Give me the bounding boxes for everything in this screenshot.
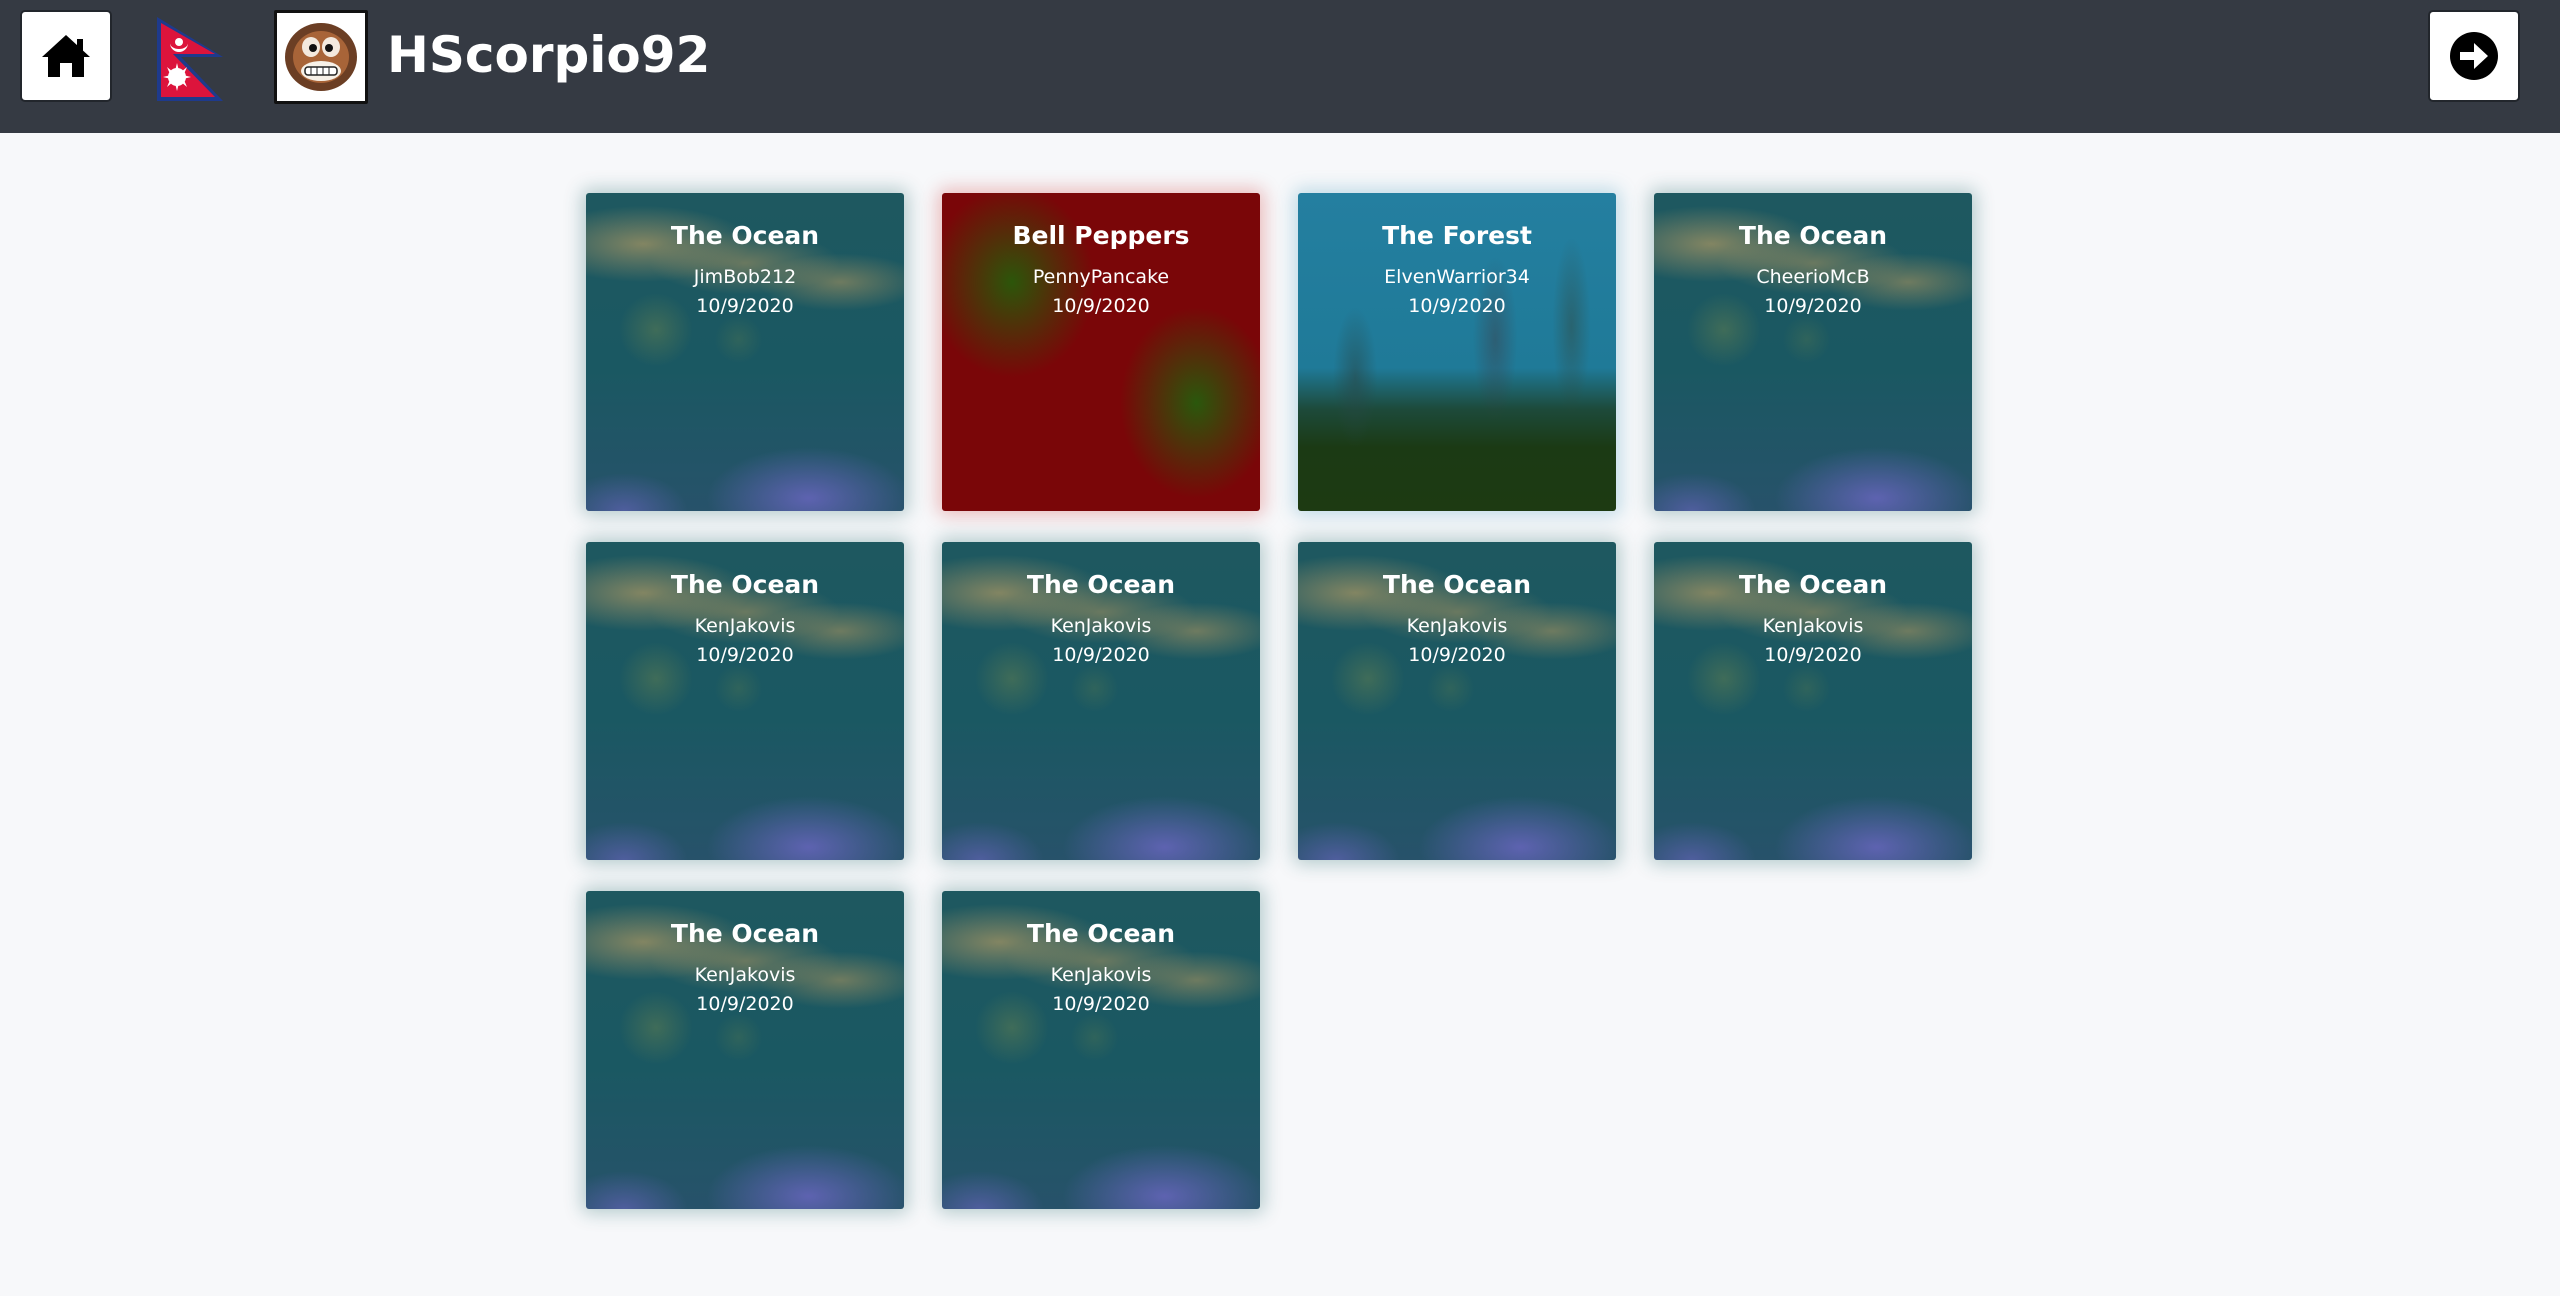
gallery-card[interactable]: The Forest ElvenWarrior34 10/9/2020 bbox=[1298, 193, 1616, 511]
avatar[interactable] bbox=[274, 10, 368, 104]
card-title: The Forest bbox=[1382, 221, 1532, 250]
card-date: 10/9/2020 bbox=[1764, 295, 1862, 317]
card-date: 10/9/2020 bbox=[1764, 644, 1862, 666]
card-author[interactable]: CheerioMcB bbox=[1654, 263, 1972, 292]
card-date: 10/9/2020 bbox=[1408, 295, 1506, 317]
card-author[interactable]: ElvenWarrior34 bbox=[1298, 263, 1616, 292]
card-title: The Ocean bbox=[1738, 221, 1888, 250]
card-title: The Ocean bbox=[1026, 570, 1176, 599]
gallery-card[interactable]: The Ocean KenJakovis 10/9/2020 bbox=[942, 542, 1260, 860]
gallery-card[interactable]: The Ocean KenJakovis 10/9/2020 bbox=[586, 891, 904, 1209]
gallery-card[interactable]: The Ocean JimBob212 10/9/2020 bbox=[586, 193, 904, 511]
gallery-card[interactable]: The Ocean KenJakovis 10/9/2020 bbox=[942, 891, 1260, 1209]
card-title: The Ocean bbox=[1382, 570, 1532, 599]
gallery-card[interactable]: The Ocean KenJakovis 10/9/2020 bbox=[1298, 542, 1616, 860]
gallery-card[interactable]: The Ocean KenJakovis 10/9/2020 bbox=[1654, 542, 1972, 860]
card-author[interactable]: KenJakovis bbox=[586, 612, 904, 641]
card-title: The Ocean bbox=[1026, 919, 1176, 948]
arrow-right-circle-icon bbox=[2450, 32, 2498, 80]
card-caption: The Ocean CheerioMcB 10/9/2020 bbox=[1654, 219, 1972, 321]
card-date: 10/9/2020 bbox=[1052, 295, 1150, 317]
gallery-card[interactable]: The Ocean KenJakovis 10/9/2020 bbox=[586, 542, 904, 860]
card-title: The Ocean bbox=[670, 221, 820, 250]
card-caption: The Ocean JimBob212 10/9/2020 bbox=[586, 219, 904, 321]
card-caption: The Ocean KenJakovis 10/9/2020 bbox=[942, 917, 1260, 1019]
top-bar: HScorpio92 bbox=[0, 0, 2560, 133]
card-author[interactable]: KenJakovis bbox=[1298, 612, 1616, 641]
nepal-flag-icon[interactable] bbox=[155, 15, 227, 103]
card-date: 10/9/2020 bbox=[696, 993, 794, 1015]
card-date: 10/9/2020 bbox=[1408, 644, 1506, 666]
card-caption: The Ocean KenJakovis 10/9/2020 bbox=[942, 568, 1260, 670]
gallery-grid: The Ocean JimBob212 10/9/2020 Bell Peppers P… bbox=[586, 193, 1972, 1209]
card-caption: Bell Peppers PennyPancake 10/9/2020 bbox=[942, 219, 1260, 321]
card-title: The Ocean bbox=[670, 570, 820, 599]
username: HScorpio92 bbox=[387, 26, 711, 84]
card-date: 10/9/2020 bbox=[696, 644, 794, 666]
card-caption: The Ocean KenJakovis 10/9/2020 bbox=[586, 917, 904, 1019]
card-author[interactable]: PennyPancake bbox=[942, 263, 1260, 292]
card-date: 10/9/2020 bbox=[696, 295, 794, 317]
card-title: The Ocean bbox=[1738, 570, 1888, 599]
card-caption: The Ocean KenJakovis 10/9/2020 bbox=[586, 568, 904, 670]
card-author[interactable]: KenJakovis bbox=[942, 612, 1260, 641]
card-author[interactable]: KenJakovis bbox=[942, 961, 1260, 990]
card-author[interactable]: KenJakovis bbox=[586, 961, 904, 990]
card-title: Bell Peppers bbox=[1012, 221, 1190, 250]
card-caption: The Ocean KenJakovis 10/9/2020 bbox=[1298, 568, 1616, 670]
card-title: The Ocean bbox=[670, 919, 820, 948]
card-caption: The Ocean KenJakovis 10/9/2020 bbox=[1654, 568, 1972, 670]
card-caption: The Forest ElvenWarrior34 10/9/2020 bbox=[1298, 219, 1616, 321]
gallery-card[interactable]: The Ocean CheerioMcB 10/9/2020 bbox=[1654, 193, 1972, 511]
card-date: 10/9/2020 bbox=[1052, 993, 1150, 1015]
card-author[interactable]: JimBob212 bbox=[586, 263, 904, 292]
monkey-avatar-icon bbox=[285, 23, 357, 91]
logout-button[interactable] bbox=[2428, 10, 2520, 102]
card-date: 10/9/2020 bbox=[1052, 644, 1150, 666]
gallery-card[interactable]: Bell Peppers PennyPancake 10/9/2020 bbox=[942, 193, 1260, 511]
card-author[interactable]: KenJakovis bbox=[1654, 612, 1972, 641]
home-icon bbox=[42, 35, 90, 77]
home-button[interactable] bbox=[20, 10, 112, 102]
